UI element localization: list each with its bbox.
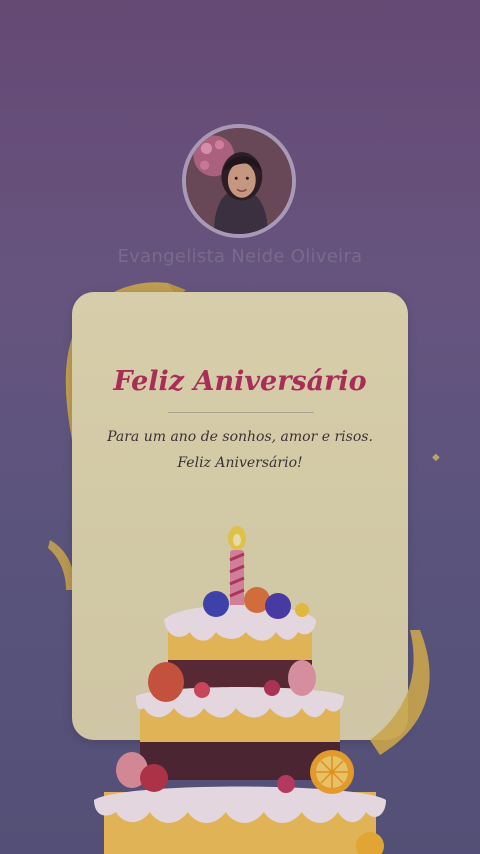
sparkle-icon: ◆: [432, 452, 440, 463]
profile-name: Evangelista Neide Oliveira: [117, 246, 363, 267]
message-line-2: Feliz Aniversário!: [177, 455, 303, 471]
birthday-card-screen: ◆ ◆ ◆ Evangelista Neide Oliveira Feliz A…: [0, 0, 480, 854]
card-message: Para um ano de sonhos, amor e risos. Fel…: [90, 424, 390, 476]
profile-photo-icon: [186, 128, 292, 234]
profile-avatar[interactable]: [182, 124, 296, 238]
message-line-1: Para um ano de sonhos, amor e risos.: [107, 429, 373, 445]
birthday-cake-icon: [94, 526, 386, 854]
card-title: Feliz Aniversário: [113, 366, 367, 397]
title-divider: [168, 412, 314, 413]
